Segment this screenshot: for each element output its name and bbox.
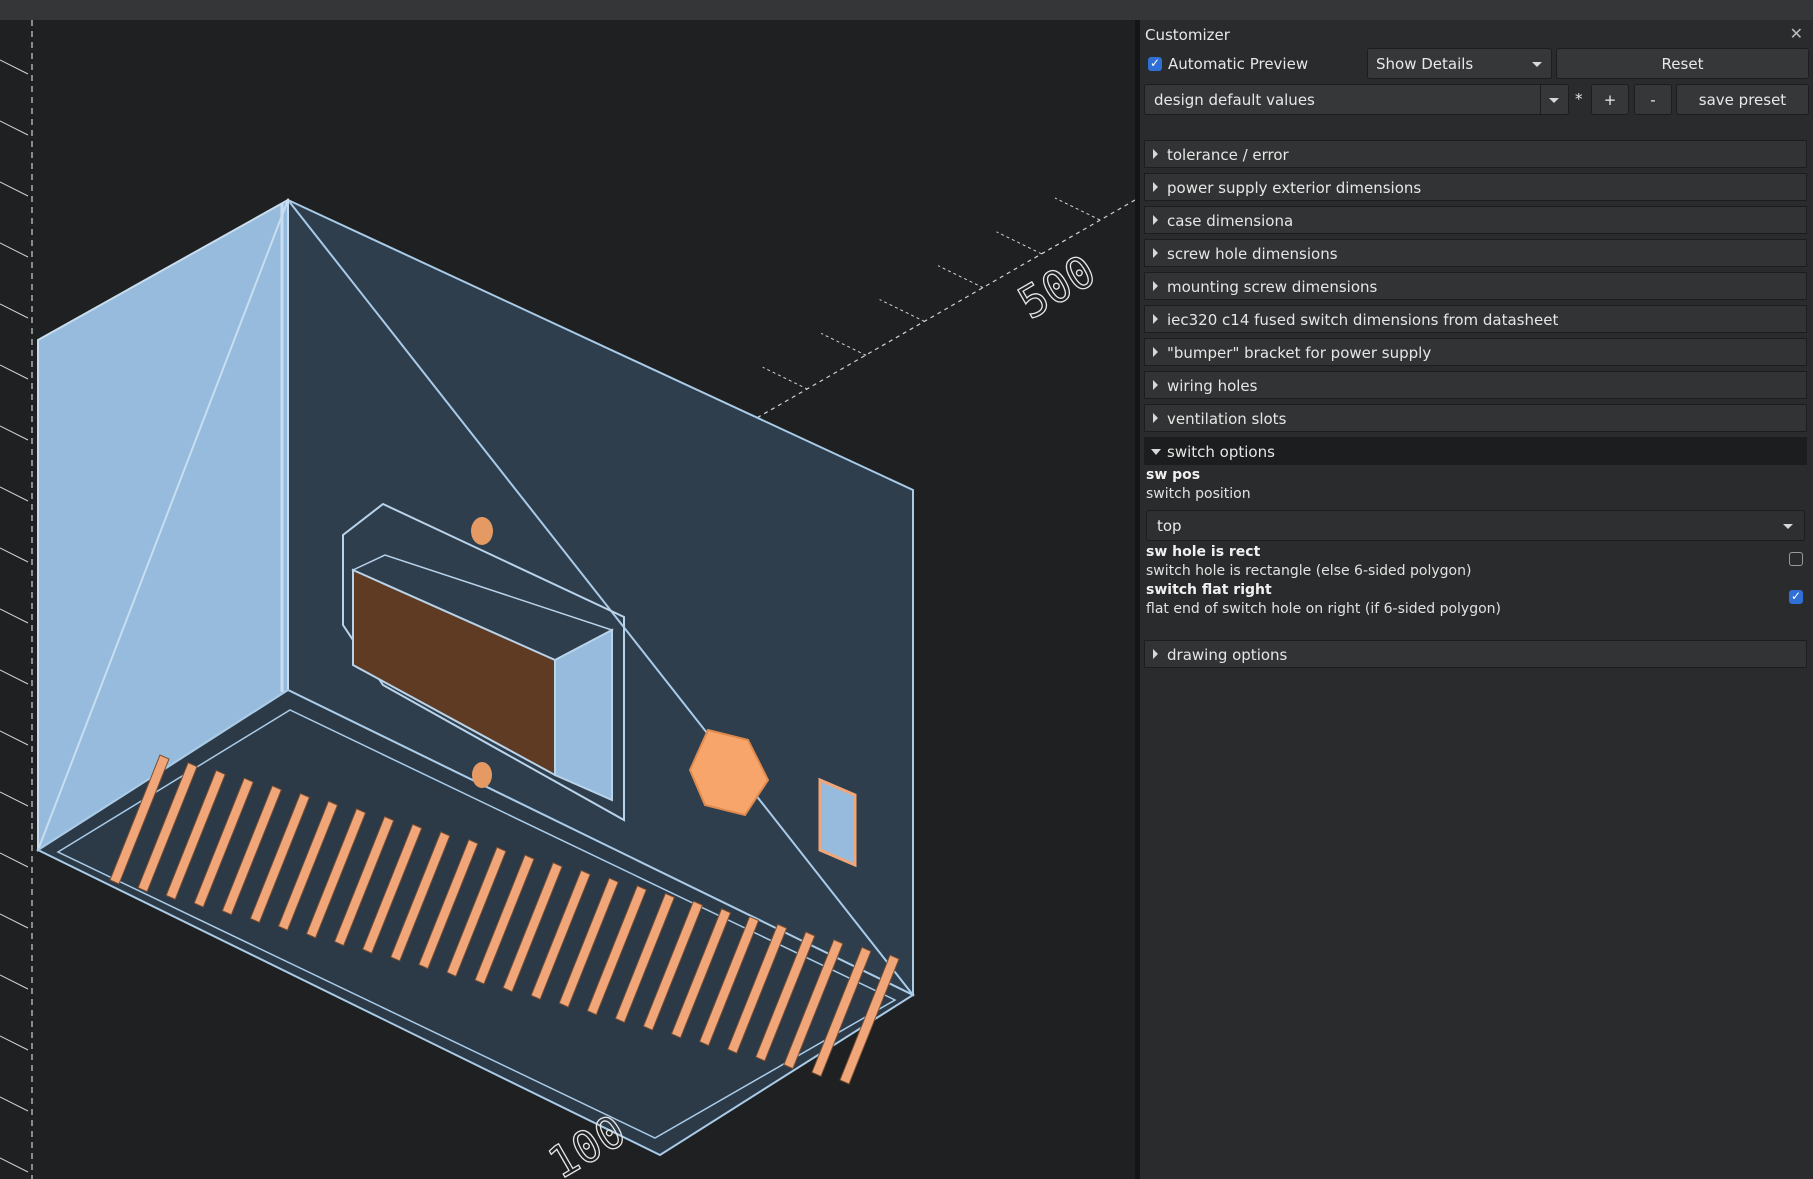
screw-hole-top bbox=[471, 517, 493, 545]
axis-tick bbox=[0, 242, 29, 258]
details-select-value: Show Details bbox=[1376, 54, 1474, 73]
chevron-down-icon bbox=[1532, 62, 1542, 67]
group-label: wiring holes bbox=[1167, 377, 1258, 395]
axis-tick bbox=[0, 59, 29, 75]
group-label: drawing options bbox=[1167, 646, 1288, 664]
chevron-right-icon bbox=[1153, 347, 1158, 357]
group-label: iec320 c14 fused switch dimensions from … bbox=[1167, 311, 1559, 329]
close-icon[interactable]: ✕ bbox=[1790, 24, 1803, 43]
chevron-down-icon bbox=[1549, 98, 1559, 103]
axis-tick bbox=[0, 913, 29, 929]
preset-modified-mark: * bbox=[1575, 90, 1583, 108]
chevron-right-icon bbox=[1153, 248, 1158, 258]
remove-label: - bbox=[1650, 90, 1656, 109]
group-label: mounting screw dimensions bbox=[1167, 278, 1378, 296]
group-screw-hole-dimensions[interactable]: screw hole dimensions bbox=[1144, 239, 1807, 267]
ruler-label-500: 500 bbox=[1010, 246, 1104, 330]
group-mounting-screw[interactable]: mounting screw dimensions bbox=[1144, 272, 1807, 300]
param-sw-hole-desc: switch hole is rectangle (else 6-sided p… bbox=[1146, 563, 1472, 579]
group-drawing-options[interactable]: drawing options bbox=[1144, 640, 1807, 668]
chevron-right-icon bbox=[1153, 649, 1158, 659]
axis-tick bbox=[0, 486, 29, 502]
group-tolerance[interactable]: tolerance / error bbox=[1144, 140, 1807, 168]
group-iec320[interactable]: iec320 c14 fused switch dimensions from … bbox=[1144, 305, 1807, 333]
axis-tick bbox=[0, 120, 29, 136]
add-label: + bbox=[1603, 90, 1617, 109]
save-label: save preset bbox=[1698, 90, 1787, 109]
wiring-hole-rect bbox=[818, 777, 857, 868]
group-bumper-bracket[interactable]: "bumper" bracket for power supply bbox=[1144, 338, 1807, 366]
group-label: "bumper" bracket for power supply bbox=[1167, 344, 1432, 362]
chevron-right-icon bbox=[1153, 182, 1158, 192]
group-wiring-holes[interactable]: wiring holes bbox=[1144, 371, 1807, 399]
save-preset-button[interactable]: save preset bbox=[1676, 84, 1809, 115]
switch-flat-right-checkbox[interactable] bbox=[1789, 589, 1803, 604]
model-render[interactable]: 500 100 bbox=[0, 20, 1135, 1179]
axis-tick bbox=[0, 1096, 29, 1112]
param-sw-pos-desc: switch position bbox=[1146, 486, 1251, 502]
sw-pos-value: top bbox=[1157, 516, 1182, 535]
axis-tick bbox=[0, 181, 29, 197]
axis-tick bbox=[0, 425, 29, 441]
auto-preview-label: Automatic Preview bbox=[1168, 55, 1309, 73]
axis-tick bbox=[0, 791, 29, 807]
top-toolbar bbox=[0, 0, 1813, 20]
details-select[interactable]: Show Details bbox=[1367, 48, 1552, 79]
axis-tick bbox=[0, 852, 29, 868]
preset-select-value: design default values bbox=[1154, 90, 1315, 109]
group-label: tolerance / error bbox=[1167, 146, 1289, 164]
reset-button[interactable]: Reset bbox=[1556, 48, 1809, 79]
screw-hole-bottom bbox=[472, 762, 492, 788]
chevron-right-icon bbox=[1153, 380, 1158, 390]
axis-ticks-left bbox=[0, 59, 29, 1173]
chevron-right-icon bbox=[1153, 215, 1158, 225]
3d-viewport[interactable]: 500 100 bbox=[0, 20, 1135, 1179]
param-flat-right-name: switch flat right bbox=[1146, 582, 1272, 598]
group-label: switch options bbox=[1167, 443, 1275, 461]
sw-hole-rect-checkbox[interactable] bbox=[1789, 552, 1803, 566]
auto-preview-checkbox[interactable] bbox=[1148, 56, 1162, 71]
group-label: case dimensiona bbox=[1167, 212, 1294, 230]
chevron-down-icon bbox=[1151, 449, 1161, 455]
axis-tick bbox=[0, 974, 29, 990]
group-switch-options[interactable]: switch options bbox=[1144, 437, 1807, 465]
reset-label: Reset bbox=[1661, 54, 1704, 73]
axis-tick bbox=[1054, 197, 1101, 221]
axis-tick bbox=[0, 1035, 29, 1051]
group-label: ventilation slots bbox=[1167, 410, 1287, 428]
chevron-right-icon bbox=[1153, 413, 1158, 423]
axis-tick bbox=[0, 608, 29, 624]
param-flat-right-desc: flat end of switch hole on right (if 6-s… bbox=[1146, 601, 1501, 617]
axis-tick bbox=[762, 366, 808, 390]
axis-tick bbox=[937, 265, 984, 289]
preset-select[interactable]: design default values bbox=[1144, 84, 1569, 115]
chevron-right-icon bbox=[1153, 149, 1158, 159]
chevron-right-icon bbox=[1153, 314, 1158, 324]
group-power-supply-dimensions[interactable]: power supply exterior dimensions bbox=[1144, 173, 1807, 201]
param-sw-pos-name: sw pos bbox=[1146, 467, 1201, 483]
axis-tick bbox=[0, 669, 29, 685]
customizer-panel: Customizer ✕ Automatic Preview Show Deta… bbox=[1140, 20, 1813, 1179]
group-case-dimensions[interactable]: case dimensiona bbox=[1144, 206, 1807, 234]
axis-tick bbox=[820, 332, 867, 356]
axis-tick bbox=[0, 303, 29, 319]
group-ventilation-slots[interactable]: ventilation slots bbox=[1144, 404, 1807, 432]
axis-tick bbox=[0, 1157, 29, 1173]
param-sw-hole-name: sw hole is rect bbox=[1146, 544, 1261, 560]
group-label: screw hole dimensions bbox=[1167, 245, 1338, 263]
axis-tick bbox=[0, 364, 29, 380]
group-label: power supply exterior dimensions bbox=[1167, 179, 1422, 197]
axis-tick bbox=[0, 730, 29, 746]
axis-tick bbox=[996, 231, 1042, 255]
chevron-down-icon bbox=[1783, 524, 1793, 529]
chevron-right-icon bbox=[1153, 281, 1158, 291]
add-preset-button[interactable]: + bbox=[1591, 84, 1629, 115]
remove-preset-button[interactable]: - bbox=[1634, 84, 1672, 115]
axis-tick bbox=[0, 547, 29, 563]
sw-pos-select[interactable]: top bbox=[1146, 510, 1805, 541]
panel-title: Customizer bbox=[1145, 26, 1230, 44]
axis-tick bbox=[879, 299, 925, 322]
